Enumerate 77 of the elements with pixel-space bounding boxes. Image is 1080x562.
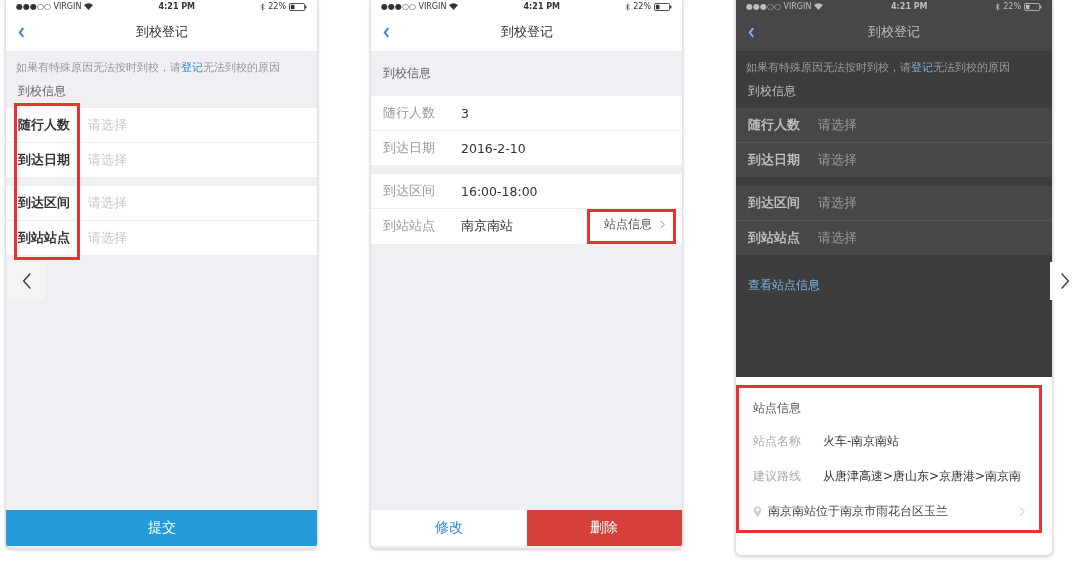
notice-text: 如果有特殊原因无法按时到校，请登记无法到校的原因 (15, 60, 281, 75)
row-value: 2016-2-10 (461, 140, 526, 156)
register-link[interactable]: 登记 (181, 61, 203, 73)
carrier-label: ●●●○○ VIRGIN (16, 2, 82, 11)
row-label: 到达日期 (18, 151, 71, 169)
screen-title: 到校登记 (500, 23, 553, 41)
previous-slide-button[interactable] (8, 262, 45, 300)
address-text: 南京南站位于南京市雨花台区玉兰 (768, 503, 948, 520)
action-button[interactable]: 修改 (371, 510, 527, 546)
screen-title: 到校登记 (868, 23, 920, 41)
row-label: 到站站点 (748, 229, 801, 247)
row-label: 到达日期 (748, 151, 801, 169)
row-label: 到达区间 (18, 194, 71, 212)
back-icon[interactable] (748, 26, 755, 38)
clock-time: 4:21 PM (158, 2, 196, 11)
bluetooth-icon (260, 2, 266, 11)
row-label: 到达区间 (748, 194, 801, 212)
row-label: 随行人数 (18, 116, 71, 134)
chevron-icon (1019, 506, 1025, 517)
chevron-right-icon (1060, 272, 1070, 290)
chevron-icon (660, 220, 665, 229)
info-label: 建议路线 (753, 468, 802, 485)
battery-icon (1024, 2, 1042, 11)
battery-percent: 22% (268, 2, 286, 11)
section-header: 到校信息 (18, 84, 66, 98)
address-row[interactable]: 南京南站位于南京市雨花台区玉兰 (753, 503, 1025, 520)
sheet-title: 站点信息 (753, 400, 802, 417)
carrier-label: ●●●○○ VIRGIN (381, 2, 447, 11)
placeholder-text: 请选择 (818, 116, 857, 134)
row-value: 南京南站 (461, 218, 513, 235)
row-label: 到达区间 (383, 182, 436, 200)
wifi-icon (449, 3, 459, 10)
back-icon[interactable] (383, 26, 390, 38)
section-header: 到校信息 (748, 84, 796, 98)
row-value: 3 (461, 105, 469, 121)
register-link[interactable]: 登记 (911, 61, 933, 73)
location-pin-icon (753, 505, 762, 518)
form-row[interactable]: 到站站点 请选择 (736, 220, 1052, 255)
clock-time: 4:21 PM (891, 2, 928, 11)
form-row[interactable]: 到达日期 请选择 (736, 142, 1052, 177)
form-row[interactable]: 随行人数 请选择 (736, 108, 1052, 142)
bluetooth-icon (995, 2, 1001, 11)
clock-time: 4:21 PM (523, 2, 561, 11)
back-icon[interactable] (18, 26, 25, 38)
form-row[interactable]: 到站站点 南京南站 站点信息 (371, 208, 682, 244)
wifi-icon (84, 3, 94, 10)
chevron-left-icon (21, 272, 32, 290)
section-header: 到校信息 (383, 66, 431, 80)
form-row[interactable]: 随行人数 3 (371, 96, 682, 130)
station-info-link[interactable]: 站点信息 (587, 209, 676, 244)
row-label: 随行人数 (383, 104, 436, 122)
screen-title: 到校登记 (135, 23, 188, 41)
placeholder-text: 请选择 (818, 229, 857, 247)
row-label: 到站站点 (383, 218, 436, 235)
view-station-link[interactable]: 查看站点信息 (736, 255, 1052, 316)
info-value: 从唐津高速>唐山东>京唐港>南京南 (823, 468, 1022, 485)
battery-percent: 22% (1003, 2, 1021, 11)
row-value: 16:00-18:00 (461, 183, 538, 199)
carrier-label: ●●●○○ VIRGIN (746, 2, 812, 11)
action-button[interactable]: 删除 (526, 510, 682, 546)
row-label: 到达日期 (383, 139, 436, 157)
placeholder-text: 请选择 (818, 194, 857, 212)
battery-icon (654, 2, 672, 11)
row-label: 到站站点 (18, 229, 71, 247)
link-label: 站点信息 (604, 216, 652, 233)
notice-text: 如果有特殊原因无法按时到校，请登记无法到校的原因 (745, 60, 1011, 75)
form-row[interactable]: 到达区间 16:00-18:00 (371, 174, 682, 208)
bluetooth-icon (625, 2, 631, 11)
info-label: 站点名称 (753, 433, 802, 450)
form-row[interactable]: 到达区间 请选择 (736, 186, 1052, 220)
info-value: 火车-南京南站 (823, 433, 900, 450)
row-label: 随行人数 (748, 116, 801, 134)
battery-percent: 22% (633, 2, 651, 11)
battery-icon (289, 2, 307, 11)
form-row[interactable]: 到达日期 2016-2-10 (371, 130, 682, 165)
wifi-icon (814, 3, 824, 10)
placeholder-text: 请选择 (818, 151, 857, 169)
